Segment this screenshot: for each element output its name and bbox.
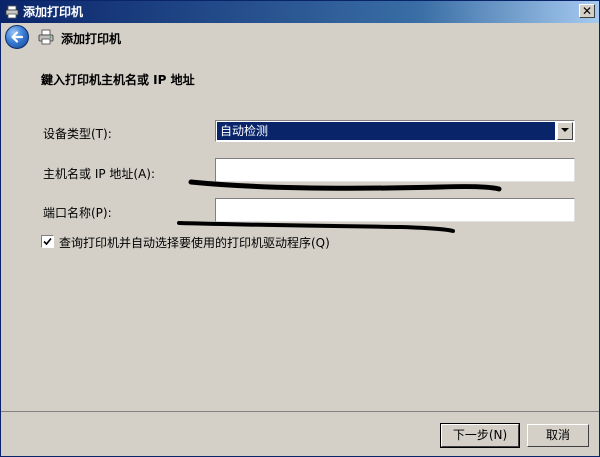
port-name-input[interactable] [215,198,575,222]
back-arrow-icon [11,31,24,43]
checkmark-icon [43,237,52,246]
auto-detect-driver-checkbox[interactable] [41,235,54,248]
add-printer-window: 添加打印机 ✕ 添加打印机 鍵入打印机主机名或 IP 地址 设备类型(T): 自… [0,0,600,457]
wizard-content: 鍵入打印机主机名或 IP 地址 设备类型(T): 自动检测 主机名或 IP 地址… [1,53,599,411]
auto-detect-driver-label: 查询打印机并自动选择要使用的打印机驱动程序(Q) [59,236,330,250]
page-title: 添加打印机 [61,32,122,46]
hostname-input[interactable] [215,158,575,182]
close-button[interactable]: ✕ [579,4,595,18]
window-title: 添加打印机 [23,5,84,19]
printer-icon [38,29,54,45]
section-heading: 鍵入打印机主机名或 IP 地址 [41,73,195,87]
device-type-selected-value: 自动检测 [217,122,555,140]
back-button[interactable] [5,25,29,49]
device-type-select[interactable]: 自动检测 [215,120,575,142]
hostname-label: 主机名或 IP 地址(A): [43,167,156,181]
dropdown-button[interactable] [557,122,573,140]
button-bar: 下一步(N) 取消 [1,411,599,456]
port-name-label: 端口名称(P): [43,206,112,220]
device-type-label: 设备类型(T): [43,127,112,141]
title-bar[interactable]: 添加打印机 ✕ [1,1,599,23]
next-button[interactable]: 下一步(N) [440,423,520,448]
chevron-down-icon [561,128,569,132]
printer-icon [5,5,19,19]
cancel-button[interactable]: 取消 [527,424,589,447]
navigation-bar: 添加打印机 [1,23,599,53]
